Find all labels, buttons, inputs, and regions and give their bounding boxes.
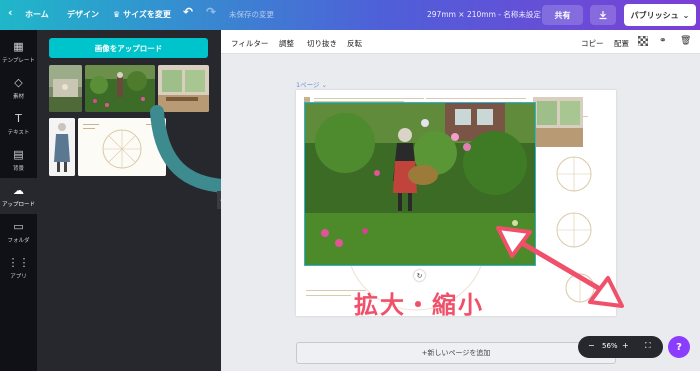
redo-icon[interactable]: ↷ [206,5,216,19]
page-label[interactable]: 1ページ ⌄ [296,79,327,89]
rail-item-folder[interactable]: ▭ フォルダ [0,214,37,250]
link-icon[interactable]: ⚭ [659,36,667,46]
resize-label: サイズを変更 [123,10,171,19]
add-page-button[interactable]: +新しいページを追加 [296,342,616,364]
copy-button[interactable]: コピー [581,38,604,49]
chevron-down-icon: ⌄ [682,10,690,20]
arrange-button[interactable]: 配置 [614,38,629,49]
document-title[interactable]: 297mm × 210mm - 名称未設定 [427,9,541,20]
rail-item-template[interactable]: ▦ テンプレート [0,34,37,70]
annotation-text: 拡大・縮小 [354,291,484,319]
uploaded-image-thumbnail[interactable] [49,118,75,176]
fullscreen-icon[interactable]: ⛶ [645,341,651,351]
zoom-in-button[interactable]: + [622,341,629,350]
elements-icon: ◇ [14,75,23,89]
editor-toolbar: フィルター 調整 切り抜き 反転 コピー 配置 ⚭ 🗑 [221,30,700,54]
home-link[interactable]: ホーム [25,9,49,20]
trash-icon[interactable]: 🗑 [680,36,691,46]
rail-item-background[interactable]: ▤ 背景 [0,142,37,178]
rail-item-upload[interactable]: ☁ アップロード [0,178,37,214]
resize-button[interactable]: ♛ サイズを変更 [113,9,171,20]
upload-image-button[interactable]: 画像をアップロード [49,38,208,58]
design-menu[interactable]: デザイン [67,9,99,20]
download-icon[interactable] [590,5,616,25]
crown-icon: ♛ [113,10,121,19]
crop-button[interactable]: 切り抜き [307,38,337,49]
rail-item-apps[interactable]: ⋮⋮ アプリ [0,250,37,286]
template-icon: ▦ [13,39,24,53]
rail-item-text[interactable]: T テキスト [0,106,37,142]
back-chevron-icon[interactable]: ‹ [8,6,13,19]
text-icon: T [15,111,22,125]
rail-item-elements[interactable]: ◇ 素材 [0,70,37,106]
zoom-out-button[interactable]: − [588,341,595,350]
background-icon: ▤ [13,147,24,161]
resize-arrow-icon [496,226,624,308]
undo-icon[interactable]: ↶ [183,5,193,19]
publish-label: パブリッシュ [630,10,679,20]
upload-icon: ☁ [13,183,24,197]
folder-icon: ▭ [13,219,24,233]
filter-button[interactable]: フィルター [231,38,268,49]
left-rail: ▦ テンプレート ◇ 素材 T テキスト ▤ 背景 ☁ アップロード ▭ フォル… [0,30,37,371]
save-status: 未保存の変更 [229,10,274,19]
apps-icon: ⋮⋮ [7,255,30,269]
publish-button[interactable]: パブリッシュ ⌄ [624,4,696,26]
flip-button[interactable]: 反転 [347,38,362,49]
transparency-icon[interactable] [637,35,649,49]
zoom-control: − 56% + ⛶ [578,336,663,358]
adjust-button[interactable]: 調整 [279,38,294,49]
zoom-value[interactable]: 56% [602,342,618,350]
uploaded-image-thumbnail[interactable] [49,65,82,112]
rotate-handle-icon[interactable]: ↻ [414,270,425,281]
top-bar: ‹ ホーム デザイン ♛ サイズを変更 ↶ ↷ 未保存の変更 297mm × 2… [0,0,700,30]
uploads-panel: 画像をアップロード [37,30,267,371]
help-button[interactable]: ? [668,336,690,358]
share-button[interactable]: 共有 [542,5,583,25]
